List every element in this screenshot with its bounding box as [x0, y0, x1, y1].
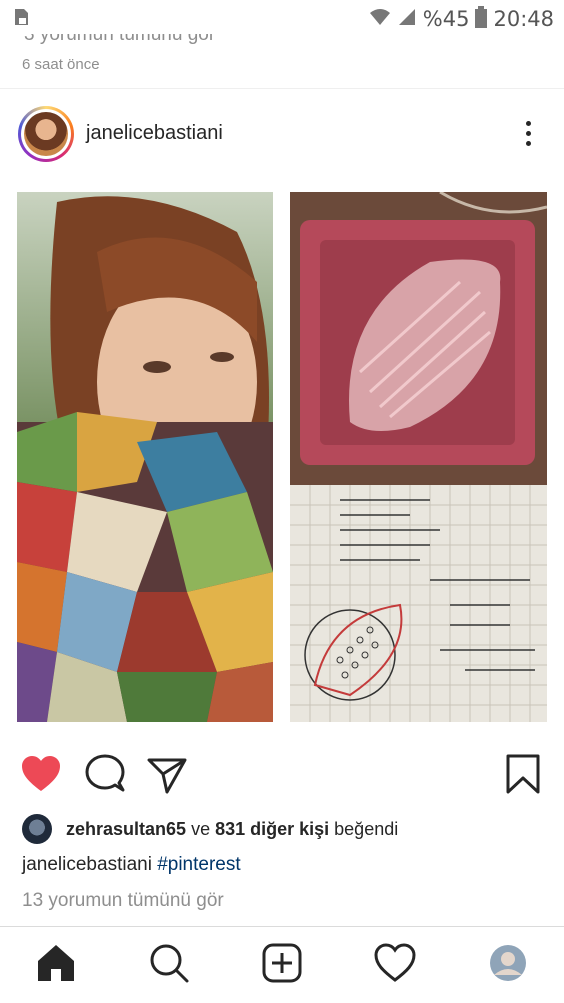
likes-count[interactable]: 831 diğer kişi: [215, 819, 329, 840]
comment-icon: [83, 754, 127, 800]
nav-search[interactable]: [147, 941, 191, 985]
avatar: [24, 112, 68, 156]
comment-button[interactable]: [83, 752, 127, 796]
battery-percent: %45: [422, 7, 470, 31]
divider: [0, 88, 564, 89]
more-options-icon[interactable]: [518, 118, 538, 154]
activity-icon: [373, 943, 417, 989]
likes-conjunction: ve: [186, 818, 216, 839]
caption-username[interactable]: janelicebastiani: [22, 854, 152, 875]
clock: 20:48: [493, 7, 554, 31]
post-image[interactable]: [0, 180, 564, 732]
liker-avatar: [22, 814, 52, 844]
previous-post-time: 6 saat önce: [22, 56, 100, 73]
signal-icon: [397, 7, 417, 32]
photo-crochet-diagram: [290, 485, 547, 722]
likes-summary[interactable]: zehrasultan65 ve 831 diğer kişi beğendi: [22, 812, 398, 846]
like-button[interactable]: [19, 752, 63, 796]
story-ring[interactable]: [18, 106, 74, 162]
wifi-icon: [369, 7, 391, 32]
nav-activity[interactable]: [373, 941, 417, 985]
home-icon: [34, 945, 78, 989]
photo-crochet-square: [290, 192, 547, 485]
send-icon: [145, 758, 189, 800]
heart-filled-icon: [19, 756, 63, 800]
search-icon: [147, 944, 191, 989]
post-header: janelicebastiani: [0, 98, 564, 172]
share-button[interactable]: [145, 752, 189, 796]
photo-woman-shawl: [17, 192, 273, 722]
nav-new-post[interactable]: [260, 941, 304, 985]
add-post-icon: [260, 943, 304, 989]
save-button[interactable]: [501, 752, 545, 796]
status-bar: %45 20:48: [0, 0, 564, 38]
post-caption: janelicebastiani #pinterest: [22, 854, 241, 876]
likes-suffix: beğendi: [329, 818, 399, 839]
view-comments-link[interactable]: 13 yorumun tümünü gör: [22, 890, 224, 912]
caption-hashtag[interactable]: #pinterest: [157, 854, 240, 875]
post-username[interactable]: janelicebastiani: [86, 122, 223, 145]
nav-home[interactable]: [34, 941, 78, 985]
bookmark-icon: [501, 754, 545, 800]
post-actions: [0, 748, 564, 802]
bottom-nav: [0, 926, 564, 1003]
battery-icon: [475, 5, 488, 33]
nav-profile[interactable]: [486, 941, 530, 985]
profile-avatar: [486, 945, 530, 989]
liker-username[interactable]: zehrasultan65: [66, 819, 186, 840]
sd-card-icon: [10, 6, 32, 32]
